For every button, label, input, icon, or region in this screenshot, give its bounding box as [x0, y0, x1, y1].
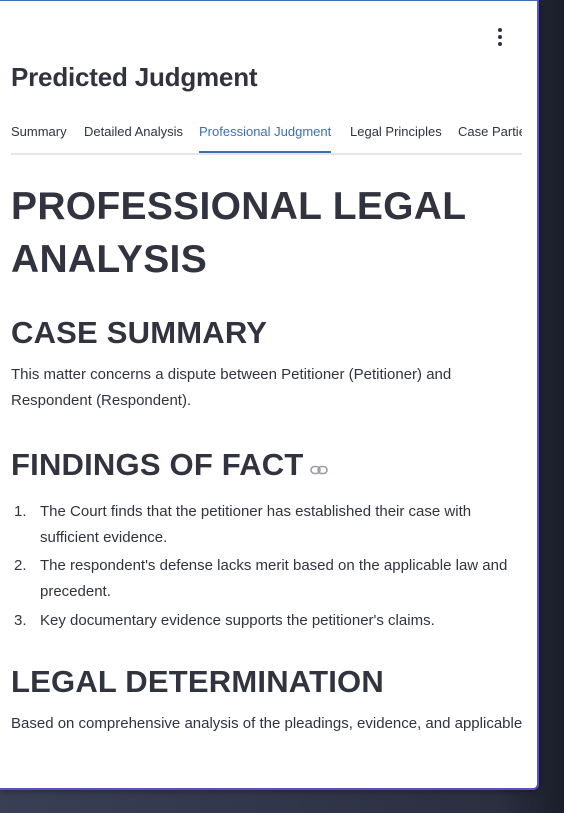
- judgment-content: PROFESSIONAL LEGAL ANALYSIS CASE SUMMARY…: [11, 180, 523, 737]
- page-title: Predicted Judgment: [11, 62, 258, 92]
- legal-determination-text: Based on comprehensive analysis of the p…: [11, 714, 523, 732]
- tab-legal-principles[interactable]: Legal Principles: [350, 114, 442, 151]
- judgment-panel: Predicted Judgment Summary Detailed Anal…: [0, 0, 539, 790]
- list-item: 3. Key documentary evidence supports the …: [11, 608, 523, 634]
- legal-determination-heading: LEGAL DETERMINATION: [11, 663, 384, 699]
- list-number: 3.: [14, 611, 27, 629]
- list-text: The respondent's defense lacks merit bas…: [40, 556, 508, 600]
- tab-professional-judgment[interactable]: Professional Judgment: [199, 114, 332, 153]
- findings-heading-text: FINDINGS OF FACT: [11, 447, 304, 482]
- tab-summary[interactable]: Summary: [11, 114, 67, 151]
- more-vertical-icon: [498, 42, 502, 46]
- tab-detailed-analysis[interactable]: Detailed Analysis: [84, 114, 183, 151]
- case-summary-heading: CASE SUMMARY: [11, 315, 268, 350]
- more-vertical-icon: [498, 35, 502, 39]
- top-strip: [0, 0, 537, 1]
- more-options-button[interactable]: [488, 24, 512, 50]
- more-vertical-icon: [498, 28, 502, 32]
- findings-list: 1. The Court finds that the petitioner ha…: [11, 499, 523, 634]
- list-text: Key documentary evidence supports the pe…: [40, 611, 435, 629]
- document-heading: PROFESSIONAL LEGAL ANALYSIS: [11, 185, 466, 281]
- case-summary-text: This matter concerns a dispute between P…: [11, 366, 452, 409]
- list-text: The Court finds that the petitioner has …: [40, 502, 472, 546]
- list-item: 1. The Court finds that the petitioner ha…: [11, 499, 523, 551]
- findings-heading: FINDINGS OF FACT: [11, 445, 523, 487]
- tab-case-parties[interactable]: Case Partie: [458, 114, 522, 151]
- link-icon[interactable]: [309, 445, 328, 485]
- list-item: 2. The respondent's defense lacks merit b…: [11, 553, 523, 605]
- list-number: 2.: [14, 556, 27, 574]
- tab-bar: Summary Detailed Analysis Professional J…: [11, 114, 522, 155]
- list-number: 1.: [14, 502, 27, 520]
